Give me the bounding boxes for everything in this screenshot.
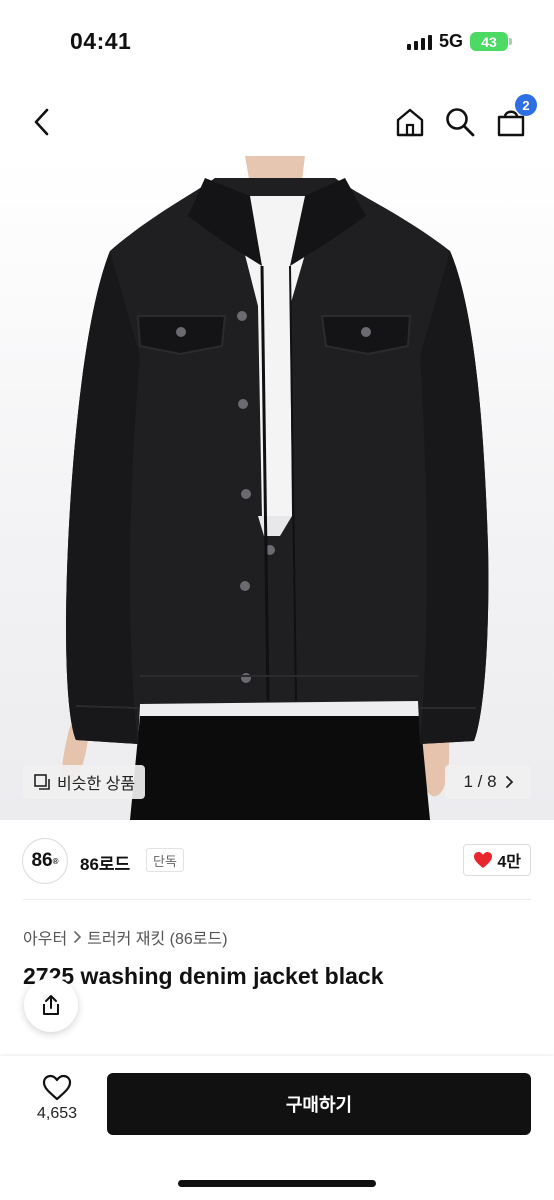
- status-bar: 04:41 5G 43: [0, 0, 554, 80]
- product-title: 2725 washing denim jacket black: [23, 963, 384, 989]
- status-time: 04:41: [70, 28, 132, 54]
- shop-like-count: 4만: [497, 854, 521, 871]
- cart-count-badge: 2: [515, 94, 537, 116]
- home-button[interactable]: [390, 102, 430, 142]
- shop-logo-text: 86: [31, 850, 53, 871]
- battery-level: 43: [481, 33, 497, 50]
- breadcrumb-subcategory[interactable]: 트러커 재킷 (86로드): [87, 925, 227, 949]
- status-indicators: 5G 43: [406, 31, 512, 52]
- heart-outline-icon: [42, 1074, 72, 1101]
- divider: [23, 899, 531, 900]
- breadcrumb-category[interactable]: 아우터: [23, 925, 67, 949]
- bottom-action-bar: 4,653 구매하기: [0, 1056, 554, 1200]
- home-icon: [396, 108, 424, 137]
- signal-icon: [406, 34, 432, 50]
- wishlist-count: 4,653: [36, 1105, 78, 1122]
- exclusive-tag: 단독: [146, 848, 184, 872]
- buy-button[interactable]: 구매하기: [107, 1073, 531, 1135]
- heart-icon: [474, 852, 493, 868]
- image-counter-text: 1 / 8: [463, 772, 497, 791]
- chevron-right-icon: [74, 931, 82, 943]
- similar-items-icon: [34, 774, 50, 790]
- wishlist-button[interactable]: 4,653: [20, 1074, 94, 1134]
- shop-like-button[interactable]: 4만: [463, 844, 531, 876]
- share-button[interactable]: [24, 978, 78, 1032]
- chevron-right-icon: [505, 776, 513, 788]
- cart-button[interactable]: 2: [491, 94, 537, 142]
- back-button[interactable]: [24, 104, 58, 140]
- shop-name[interactable]: 86로드: [80, 850, 130, 875]
- similar-products-label: 비슷한 상품: [57, 776, 136, 793]
- search-button[interactable]: [440, 102, 480, 142]
- shop-logo-mark: ®: [52, 856, 59, 866]
- chevron-left-icon: [34, 108, 49, 136]
- shop-logo[interactable]: 86 ®: [22, 838, 68, 884]
- shop-row: 86 ® 86로드 단독 4만: [0, 836, 554, 886]
- search-icon: [446, 108, 475, 137]
- network-type: 5G: [438, 31, 463, 51]
- battery-icon: 43: [470, 32, 512, 51]
- breadcrumb: 아우터 트러커 재킷 (86로드): [23, 925, 228, 949]
- top-nav: 2: [0, 90, 554, 154]
- product-photo: [62, 156, 489, 820]
- home-indicator: [178, 1180, 376, 1187]
- image-counter[interactable]: 1 / 8: [445, 765, 531, 799]
- similar-products-button[interactable]: 비슷한 상품: [23, 765, 146, 799]
- share-icon: [43, 995, 59, 1015]
- product-image-gallery[interactable]: 비슷한 상품 1 / 8: [0, 156, 554, 820]
